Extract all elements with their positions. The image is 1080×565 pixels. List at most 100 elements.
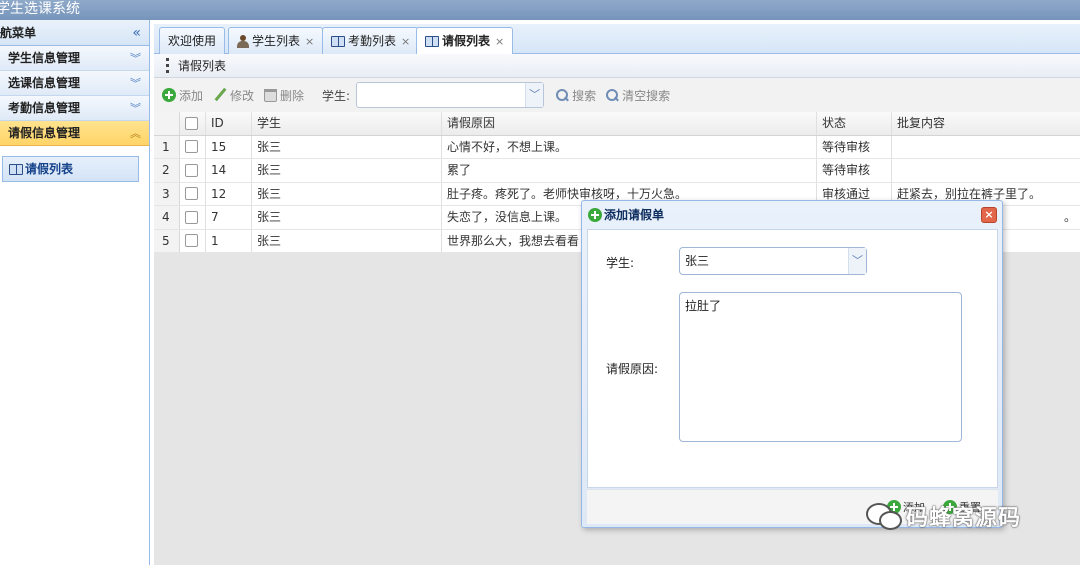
column-header-student[interactable]: 学生	[252, 112, 442, 135]
search-button[interactable]: 搜索	[556, 87, 596, 104]
row-checkbox[interactable]	[180, 182, 206, 205]
column-header-reason[interactable]: 请假原因	[442, 112, 817, 135]
edit-label: 修改	[230, 88, 255, 103]
checkbox[interactable]	[185, 187, 198, 201]
tab-label: 考勤列表	[348, 33, 397, 48]
checkbox[interactable]	[185, 116, 198, 130]
sidebar-header: 航菜单 «	[0, 20, 149, 46]
chevron-down-icon[interactable]: ﹀	[848, 248, 866, 274]
cell-reply	[892, 159, 1080, 182]
row-number: 1	[154, 135, 180, 158]
sidebar-section-label: 学生信息管理	[8, 51, 81, 65]
table-header-row: ID 学生 请假原因 状态 批复内容	[154, 112, 1080, 136]
wechat-icon	[866, 503, 902, 530]
edit-button[interactable]: 修改	[213, 87, 254, 104]
app-titlebar: 学生选课系统	[0, 0, 1080, 20]
cell-status: 等待审核	[817, 135, 892, 158]
delete-button[interactable]: 删除	[264, 87, 304, 104]
sidebar-section-body: 请假列表	[0, 146, 149, 182]
app-title: 学生选课系统	[0, 1, 80, 17]
close-tab-icon[interactable]: ×	[305, 29, 314, 54]
panel-title-bar: 请假列表	[154, 54, 1080, 78]
clear-search-label: 清空搜索	[622, 88, 671, 103]
row-checkbox[interactable]	[180, 206, 206, 229]
plus-icon	[588, 208, 602, 222]
dialog-title: 添加请假单	[604, 208, 665, 222]
tab-welcome[interactable]: 欢迎使用	[159, 27, 226, 54]
checkbox[interactable]	[185, 163, 198, 177]
cell-id: 1	[206, 229, 252, 252]
student-filter-select[interactable]: ﹀	[356, 82, 545, 108]
sidebar-section-leave[interactable]: 请假信息管理 ︽	[0, 121, 149, 146]
dialog-header[interactable]: 添加请假单 ×	[582, 201, 1002, 229]
sidebar-item-leave-list[interactable]: 请假列表	[2, 156, 139, 182]
tab-attendance-list[interactable]: 考勤列表 ×	[322, 27, 420, 54]
cell-id: 15	[206, 135, 252, 158]
row-checkbox[interactable]	[180, 159, 206, 182]
row-checkbox[interactable]	[180, 229, 206, 252]
close-tab-icon[interactable]: ×	[495, 29, 504, 54]
cell-student: 张三	[252, 135, 442, 158]
column-header-reply[interactable]: 批复内容	[892, 112, 1080, 135]
sidebar-section-attendance[interactable]: 考勤信息管理 ︾	[0, 96, 149, 121]
cell-reply	[892, 136, 1080, 159]
plus-icon	[162, 88, 176, 102]
table-row[interactable]: 2 14 张三 累了 等待审核	[154, 159, 1080, 183]
cell-reason: 心情不好，不想上课。	[442, 135, 817, 158]
dialog-body: 学生: 张三 ﹀ 请假原因: 拉肚了	[587, 229, 998, 488]
row-number: 2	[154, 159, 180, 182]
chevron-double-down-icon: ︾	[130, 77, 141, 90]
cell-id: 7	[206, 206, 252, 229]
search-label: 搜索	[572, 88, 597, 103]
chevron-double-up-icon: ︽	[130, 127, 141, 140]
tab-leave-list[interactable]: 请假列表 ×	[416, 27, 514, 55]
sidebar-section-label: 选课信息管理	[8, 76, 81, 90]
search-icon	[556, 88, 569, 102]
panel-title: 请假列表	[178, 59, 227, 73]
tab-student-list[interactable]: 学生列表 ×	[228, 27, 324, 54]
dialog-student-select[interactable]: 张三 ﹀	[679, 247, 867, 275]
trash-icon	[264, 88, 278, 102]
select-all-checkbox[interactable]	[180, 112, 206, 135]
dialog-student-value: 张三	[685, 254, 710, 268]
sidebar-section-student-info[interactable]: 学生信息管理 ︾	[0, 46, 149, 71]
row-number: 3	[154, 182, 180, 205]
dialog-reason-label: 请假原因:	[606, 362, 659, 376]
tab-label: 请假列表	[442, 34, 491, 48]
checkbox[interactable]	[185, 140, 198, 154]
add-leave-dialog: 添加请假单 × 学生: 张三 ﹀ 请假原因: 拉肚了 添加 重置	[581, 200, 1003, 528]
add-button[interactable]: 添加	[162, 87, 203, 104]
column-header-status[interactable]: 状态	[817, 112, 892, 135]
row-checkbox[interactable]	[180, 135, 206, 158]
delete-label: 删除	[280, 88, 305, 103]
close-tab-icon[interactable]: ×	[401, 29, 410, 54]
sidebar-section-label: 考勤信息管理	[8, 101, 81, 115]
sidebar-item-label: 请假列表	[25, 162, 74, 176]
checkbox[interactable]	[185, 210, 198, 224]
row-number: 5	[154, 229, 180, 252]
chevron-double-down-icon: ︾	[130, 102, 141, 115]
dialog-student-label: 学生:	[606, 256, 635, 270]
book-icon	[9, 163, 23, 175]
column-header-id[interactable]: ID	[206, 112, 252, 135]
cell-status: 等待审核	[817, 159, 892, 182]
search-icon	[606, 88, 619, 102]
close-icon[interactable]: ×	[981, 207, 997, 223]
row-number: 4	[154, 206, 180, 229]
chevron-down-icon[interactable]: ﹀	[525, 83, 544, 107]
table-row[interactable]: 1 15 张三 心情不好，不想上课。 等待审核	[154, 135, 1080, 159]
dialog-reason-textarea[interactable]: 拉肚了	[679, 292, 962, 442]
sidebar-section-course-selection[interactable]: 选课信息管理 ︾	[0, 71, 149, 96]
watermark: 码蜂窝源码	[866, 500, 1021, 532]
cell-student: 张三	[252, 206, 442, 229]
book-icon	[331, 35, 345, 47]
cell-student: 张三	[252, 229, 442, 252]
collapse-sidebar-icon[interactable]: «	[132, 20, 141, 46]
cell-id: 14	[206, 159, 252, 182]
checkbox[interactable]	[185, 234, 198, 248]
clear-search-button[interactable]: 清空搜索	[606, 87, 670, 104]
sidebar-section-label: 请假信息管理	[8, 126, 81, 140]
watermark-text: 码蜂窝源码	[906, 506, 1022, 531]
student-filter-label: 学生:	[322, 88, 351, 103]
sidebar: 航菜单 « 学生信息管理 ︾ 选课信息管理 ︾ 考勤信息管理 ︾ 请假信息管理 …	[0, 20, 150, 565]
